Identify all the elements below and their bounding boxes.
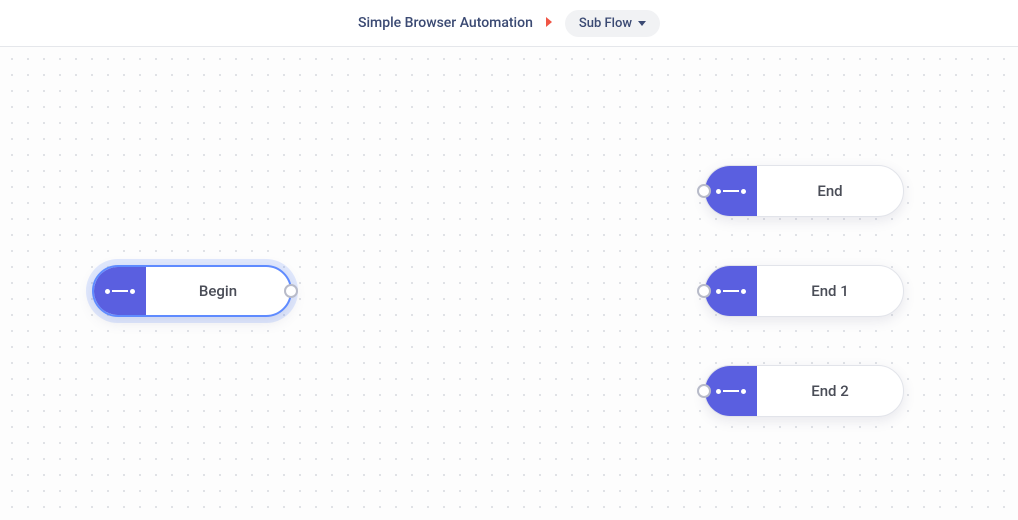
chevron-down-icon bbox=[638, 21, 646, 26]
node-begin[interactable]: Begin bbox=[92, 265, 292, 317]
flow-terminal-icon bbox=[716, 289, 746, 294]
node-label: End 1 bbox=[757, 266, 903, 316]
flow-terminal-icon bbox=[105, 289, 135, 294]
breadcrumb-current-dropdown[interactable]: Sub Flow bbox=[565, 10, 660, 37]
input-port[interactable] bbox=[697, 384, 711, 398]
breadcrumb-parent[interactable]: Simple Browser Automation bbox=[358, 15, 533, 31]
header: Simple Browser Automation Sub Flow bbox=[0, 0, 1018, 47]
node-icon-cap bbox=[94, 267, 146, 315]
input-port[interactable] bbox=[697, 184, 711, 198]
node-label: Begin bbox=[146, 267, 290, 315]
node-end[interactable]: End bbox=[704, 165, 904, 217]
node-end-2[interactable]: End 2 bbox=[704, 365, 904, 417]
output-port[interactable] bbox=[284, 284, 298, 298]
node-label: End bbox=[757, 166, 903, 216]
node-icon-cap bbox=[705, 166, 757, 216]
flow-terminal-icon bbox=[716, 189, 746, 194]
input-port[interactable] bbox=[697, 284, 711, 298]
breadcrumb-separator-icon bbox=[545, 16, 553, 30]
flow-canvas[interactable]: Begin End End 1 End 2 bbox=[0, 47, 1018, 520]
flow-terminal-icon bbox=[716, 389, 746, 394]
node-icon-cap bbox=[705, 266, 757, 316]
node-icon-cap bbox=[705, 366, 757, 416]
node-end-1[interactable]: End 1 bbox=[704, 265, 904, 317]
breadcrumb-current-label: Sub Flow bbox=[579, 16, 632, 31]
node-label: End 2 bbox=[757, 366, 903, 416]
